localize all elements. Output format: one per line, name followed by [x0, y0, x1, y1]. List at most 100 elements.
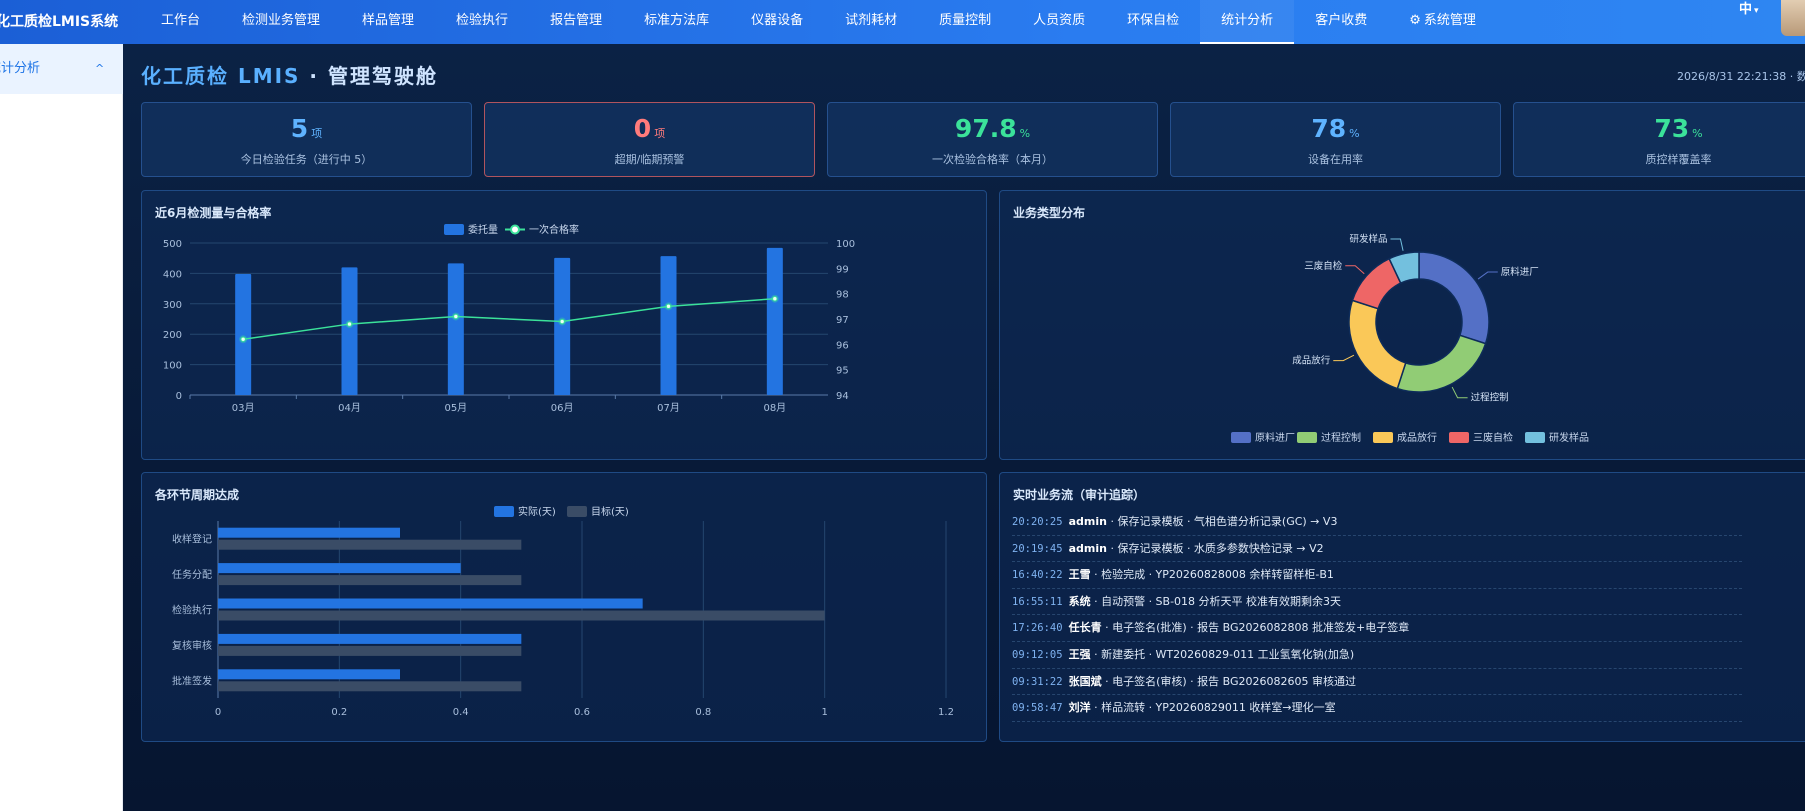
list-item[interactable]: 16:40:22 王雪 · 检验完成 · YP20260828008 余样转留样柜… — [1012, 562, 1742, 589]
stream-time: 09:31:22 — [1012, 675, 1063, 688]
title-separator: · — [300, 64, 328, 88]
label-line — [1345, 265, 1365, 275]
y-tick-label: 400 — [163, 269, 182, 280]
legend-swatch — [1231, 432, 1251, 443]
language-switch[interactable]: 中 ▾ — [1739, 0, 1759, 20]
panel-cycle: 各环节周期达成 实际(天) 目标(天) 0 0.2 0.4 0.6 0.8 1 1.2 收样登记任… — [141, 472, 987, 742]
x-tick-label: 0.6 — [574, 707, 590, 718]
bar — [766, 247, 783, 395]
kpi-unit: % — [1692, 127, 1703, 140]
kpi-value-wrap: 78% — [1171, 114, 1500, 149]
line-point — [453, 313, 459, 320]
list-item[interactable]: 17:26:40 任长青 · 电子签名(批准) · 报告 BG2026082808… — [1012, 615, 1742, 642]
line-point — [346, 321, 353, 327]
nav-item-workbench[interactable]: 工作台 — [140, 0, 221, 44]
bar — [554, 257, 571, 395]
cycle-chart: 实际(天) 目标(天) 0 0.2 0.4 0.6 0.8 1 1.2 收样登记任务分配检验执行复… — [172, 505, 954, 718]
nav-item-personnel[interactable]: 人员资质 — [1012, 0, 1106, 44]
slice-label: 研发样品 — [1349, 233, 1387, 245]
stream-user: 系统 — [1068, 594, 1091, 608]
y2-tick-label: 94 — [836, 391, 849, 402]
legend-swatch — [1373, 432, 1393, 443]
kpi-card-overdue[interactable]: 0项 超期/临期预警 — [484, 102, 815, 177]
kpi-card-pass-rate[interactable]: 97.8% 一次检验合格率（本月） — [827, 102, 1158, 177]
stream-user: 王强 — [1068, 647, 1091, 661]
stream-time: 09:58:47 — [1012, 702, 1063, 715]
nav-item-quality[interactable]: 质量控制 — [918, 0, 1012, 44]
kpi-label: 今日检验任务（进行中 5） — [240, 153, 373, 166]
kpi-label: 超期/临期预警 — [614, 153, 685, 166]
x-tick-label: 08月 — [763, 402, 786, 414]
kpi-card-qc-coverage[interactable]: 73% 质控样覆盖率 — [1513, 102, 1805, 177]
stream-time: 20:20:25 — [1012, 516, 1063, 528]
nav-item-billing[interactable]: 客户收费 — [1294, 0, 1388, 44]
donut-slice — [1396, 334, 1487, 393]
kpi-unit: 项 — [654, 127, 666, 140]
panel-volume-passrate: 近6月检测量与合格率 委托量 一次合格率 0 100 200 300 400 500 94 95 9… — [141, 190, 987, 460]
list-item[interactable]: 20:19:45 admin · 保存记录模板 · 水质多参数快检记录 → V2 — [1012, 536, 1742, 563]
stream-time: 17:26:40 — [1012, 622, 1063, 635]
nav-item-statistics[interactable]: 统计分析 — [1200, 0, 1295, 44]
avatar[interactable] — [1781, 0, 1805, 36]
dashboard: 化工质检 LMIS · 管理驾驶舱 2026/8/31 22:21:38 · 数… — [123, 44, 1805, 811]
nav-item-reagents[interactable]: 试剂耗材 — [824, 0, 918, 44]
nav-item-samples[interactable]: 样品管理 — [341, 0, 435, 44]
nav-item-env-check[interactable]: 环保自检 — [1106, 0, 1200, 44]
nav-item-test-business[interactable]: 检测业务管理 — [221, 0, 341, 44]
x-tick-label: 05月 — [444, 402, 467, 414]
bar — [341, 267, 358, 395]
panel-title: 实时业务流（审计追踪） — [1013, 488, 1146, 502]
kpi-value-wrap: 97.8% — [828, 114, 1157, 149]
stream-time: 16:40:22 — [1012, 569, 1063, 582]
x-tick-label: 04月 — [338, 402, 361, 414]
kpi-value-wrap: 73% — [1514, 114, 1805, 149]
stream-text: · 样品流转 · YP20260829011 收样室→理化一室 — [1090, 701, 1336, 715]
slice-label: 成品放行 — [1292, 355, 1331, 367]
kpi-unit: 项 — [311, 127, 323, 140]
kpi-card-equipment-usage[interactable]: 78% 设备在用率 — [1170, 102, 1501, 177]
x-tick-label: 06月 — [551, 402, 574, 414]
label-line — [1451, 386, 1468, 399]
list-item[interactable]: 09:58:47 刘洋 · 样品流转 · YP20260829011 收样室→理化… — [1012, 695, 1742, 722]
legend-label: 过程控制 — [1321, 431, 1361, 444]
legend-label: 研发样品 — [1549, 431, 1589, 444]
page-title: 化工质检 LMIS · 管理驾驶舱 — [141, 60, 438, 89]
stream-user: 王雪 — [1068, 568, 1091, 582]
legend-swatch — [1449, 432, 1469, 443]
kpi-value: 97.8 — [954, 114, 1017, 143]
nav-item-inspection[interactable]: 检验执行 — [435, 0, 529, 44]
x-tick-label: 03月 — [232, 402, 255, 414]
kpi-card-today-tasks[interactable]: 5项 今日检验任务（进行中 5） — [141, 102, 472, 177]
stream-text: · 保存记录模板 · 水质多参数快检记录 → V2 — [1106, 541, 1324, 555]
gear-icon: ⚙ — [1409, 13, 1421, 28]
sidebar-item-statistics[interactable]: 统计分析 ^ — [0, 44, 123, 94]
legend-label: 实际(天) — [518, 505, 556, 518]
bar-actual — [218, 633, 522, 644]
business-type-chart: 原料进厂过程控制成品放行三废自检研发样品原料进厂 过程控制 成品放行 三废自检 研发样品 — [1231, 233, 1589, 444]
nav-item-instruments[interactable]: 仪器设备 — [730, 0, 824, 44]
label-line — [1477, 271, 1498, 280]
app-brand[interactable]: 化工质检LMIS系统 — [0, 0, 128, 44]
kpi-value: 73 — [1654, 114, 1690, 143]
stream-time: 16:55:11 — [1012, 595, 1063, 608]
kpi-value: 78 — [1311, 114, 1347, 143]
donut-slice — [1348, 299, 1407, 390]
nav-item-reports[interactable]: 报告管理 — [529, 0, 623, 44]
stream-user: 任长青 — [1068, 621, 1102, 635]
legend-swatch — [1297, 432, 1317, 443]
list-item[interactable]: 16:55:11 系统 · 自动预警 · SB-018 分析天平 校准有效期剩余3… — [1012, 589, 1742, 616]
y-tick-label: 复核审核 — [172, 639, 212, 652]
list-item[interactable]: 20:20:25 admin · 保存记录模板 · 气相色谱分析记录(GC) → … — [1012, 509, 1742, 536]
x-tick-label: 0.4 — [453, 707, 469, 718]
language-label: 中 — [1739, 2, 1753, 17]
stream-user: 刘洋 — [1068, 701, 1091, 715]
legend-marker — [510, 224, 520, 235]
slice-label: 过程控制 — [1471, 392, 1509, 404]
stream-text: · 电子签名(批准) · 报告 BG2026082808 批准签发+电子签章 — [1101, 621, 1410, 635]
nav-item-standards[interactable]: 标准方法库 — [623, 0, 730, 44]
stream-text: · 电子签名(审核) · 报告 BG2026082605 审核通过 — [1101, 674, 1356, 688]
list-item[interactable]: 09:31:22 张国斌 · 电子签名(审核) · 报告 BG2026082605… — [1012, 669, 1742, 696]
nav-item-system[interactable]: ⚙ 系统管理 — [1388, 0, 1497, 44]
bar-target — [218, 610, 825, 621]
list-item[interactable]: 09:12:05 王强 · 新建委托 · WT20260829-011 工业氢氧化… — [1012, 642, 1742, 669]
